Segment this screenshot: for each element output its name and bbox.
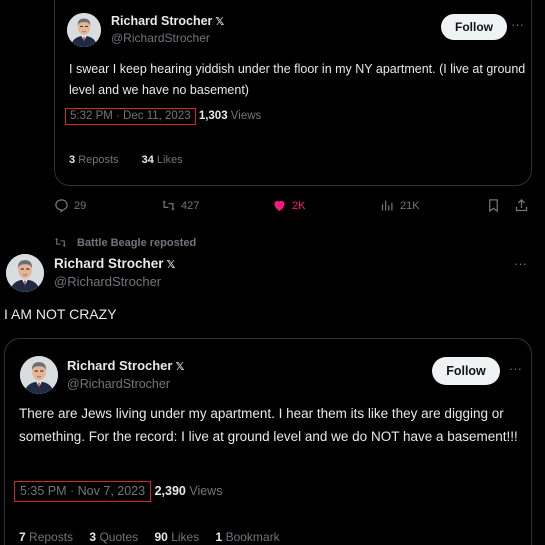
heart-icon [274, 200, 285, 212]
share-button[interactable] [514, 198, 529, 213]
avatar-photo-icon [20, 356, 58, 394]
reply-button[interactable]: 29 [54, 198, 86, 213]
quoted-tweet-card-bottom[interactable]: Richard Strocher 𝕏 @RichardStrocher Follo… [4, 338, 532, 545]
reposts-stat[interactable]: 7 Reposts [19, 530, 73, 544]
x-verified-icon: 𝕏 [175, 361, 185, 373]
author-avatar[interactable] [20, 356, 58, 394]
timestamp-link[interactable]: 5:32 PM · Dec 11, 2023 [65, 108, 196, 125]
main-author-avatar[interactable] [6, 254, 44, 292]
author-name[interactable]: Richard Strocher 𝕏 [111, 14, 224, 28]
x-verified-icon: 𝕏 [166, 259, 176, 271]
avatar-photo-icon [67, 13, 101, 47]
more-options-icon[interactable]: ··· [509, 361, 522, 376]
tweet-text: I swear I keep hearing yiddish under the… [69, 62, 526, 97]
main-author-handle[interactable]: @RichardStrocher [54, 274, 161, 289]
bookmarks-stat[interactable]: 1 Bookmark [216, 530, 280, 544]
quotes-stat[interactable]: 3 Quotes [89, 530, 138, 544]
repost-icon [55, 238, 66, 247]
repost-notice-text: Battle Beagle reposted [77, 236, 197, 249]
share-icon [515, 198, 528, 212]
timestamp-link[interactable]: 5:35 PM · Nov 7, 2023 [14, 481, 152, 502]
bookmark-icon [489, 199, 498, 213]
tweet-meta-row: 5:35 PM · Nov 7, 2023 2,390 Views [14, 481, 222, 502]
views-count: 1,303 [198, 110, 228, 122]
author-name[interactable]: Richard Strocher 𝕏 [67, 358, 184, 373]
tweet-meta-row: 5:32 PM · Dec 11, 2023 1,303 Views [65, 108, 261, 125]
x-verified-icon: 𝕏 [215, 16, 225, 28]
engagement-stats: 7 Reposts 3 Quotes 90 Likes 1 Bookmark [19, 530, 293, 544]
views-label: Views [230, 110, 262, 122]
main-more-options-icon[interactable]: ··· [514, 256, 527, 271]
views-label: Views [189, 484, 223, 498]
follow-button[interactable]: Follow [432, 357, 500, 385]
main-tweet-text: I AM NOT CRAZY [4, 306, 117, 322]
tweet-text: There are Jews living under my apartment… [19, 406, 518, 444]
author-handle[interactable]: @RichardStrocher [111, 31, 210, 45]
reply-icon [55, 199, 68, 213]
avatar-photo-icon [6, 254, 44, 292]
views-button[interactable]: 21K [380, 198, 420, 213]
bookmark-button[interactable] [486, 198, 501, 213]
author-handle[interactable]: @RichardStrocher [67, 377, 170, 391]
follow-button[interactable]: Follow [441, 14, 507, 40]
likes-stat[interactable]: 34 Likes [142, 154, 193, 166]
author-avatar[interactable] [67, 13, 101, 47]
views-count: 2,390 [154, 484, 186, 498]
tweet-action-bar: 29 427 2K 21K [54, 198, 534, 216]
repost-button[interactable]: 427 [161, 198, 199, 213]
quoted-tweet-card-top[interactable]: Richard Strocher 𝕏 @RichardStrocher Follo… [54, 0, 532, 186]
main-author-name[interactable]: Richard Strocher 𝕏 [54, 256, 175, 271]
more-options-icon[interactable]: ··· [511, 17, 524, 32]
views-icon [381, 200, 393, 211]
likes-stat[interactable]: 90 Likes [154, 530, 199, 544]
repost-icon [162, 200, 175, 211]
like-button[interactable]: 2K [272, 198, 305, 213]
reposts-stat[interactable]: 3 Reposts [69, 154, 129, 166]
engagement-stats: 3 Reposts 34 Likes [69, 154, 203, 166]
repost-notice[interactable]: Battle Beagle reposted [54, 236, 196, 249]
